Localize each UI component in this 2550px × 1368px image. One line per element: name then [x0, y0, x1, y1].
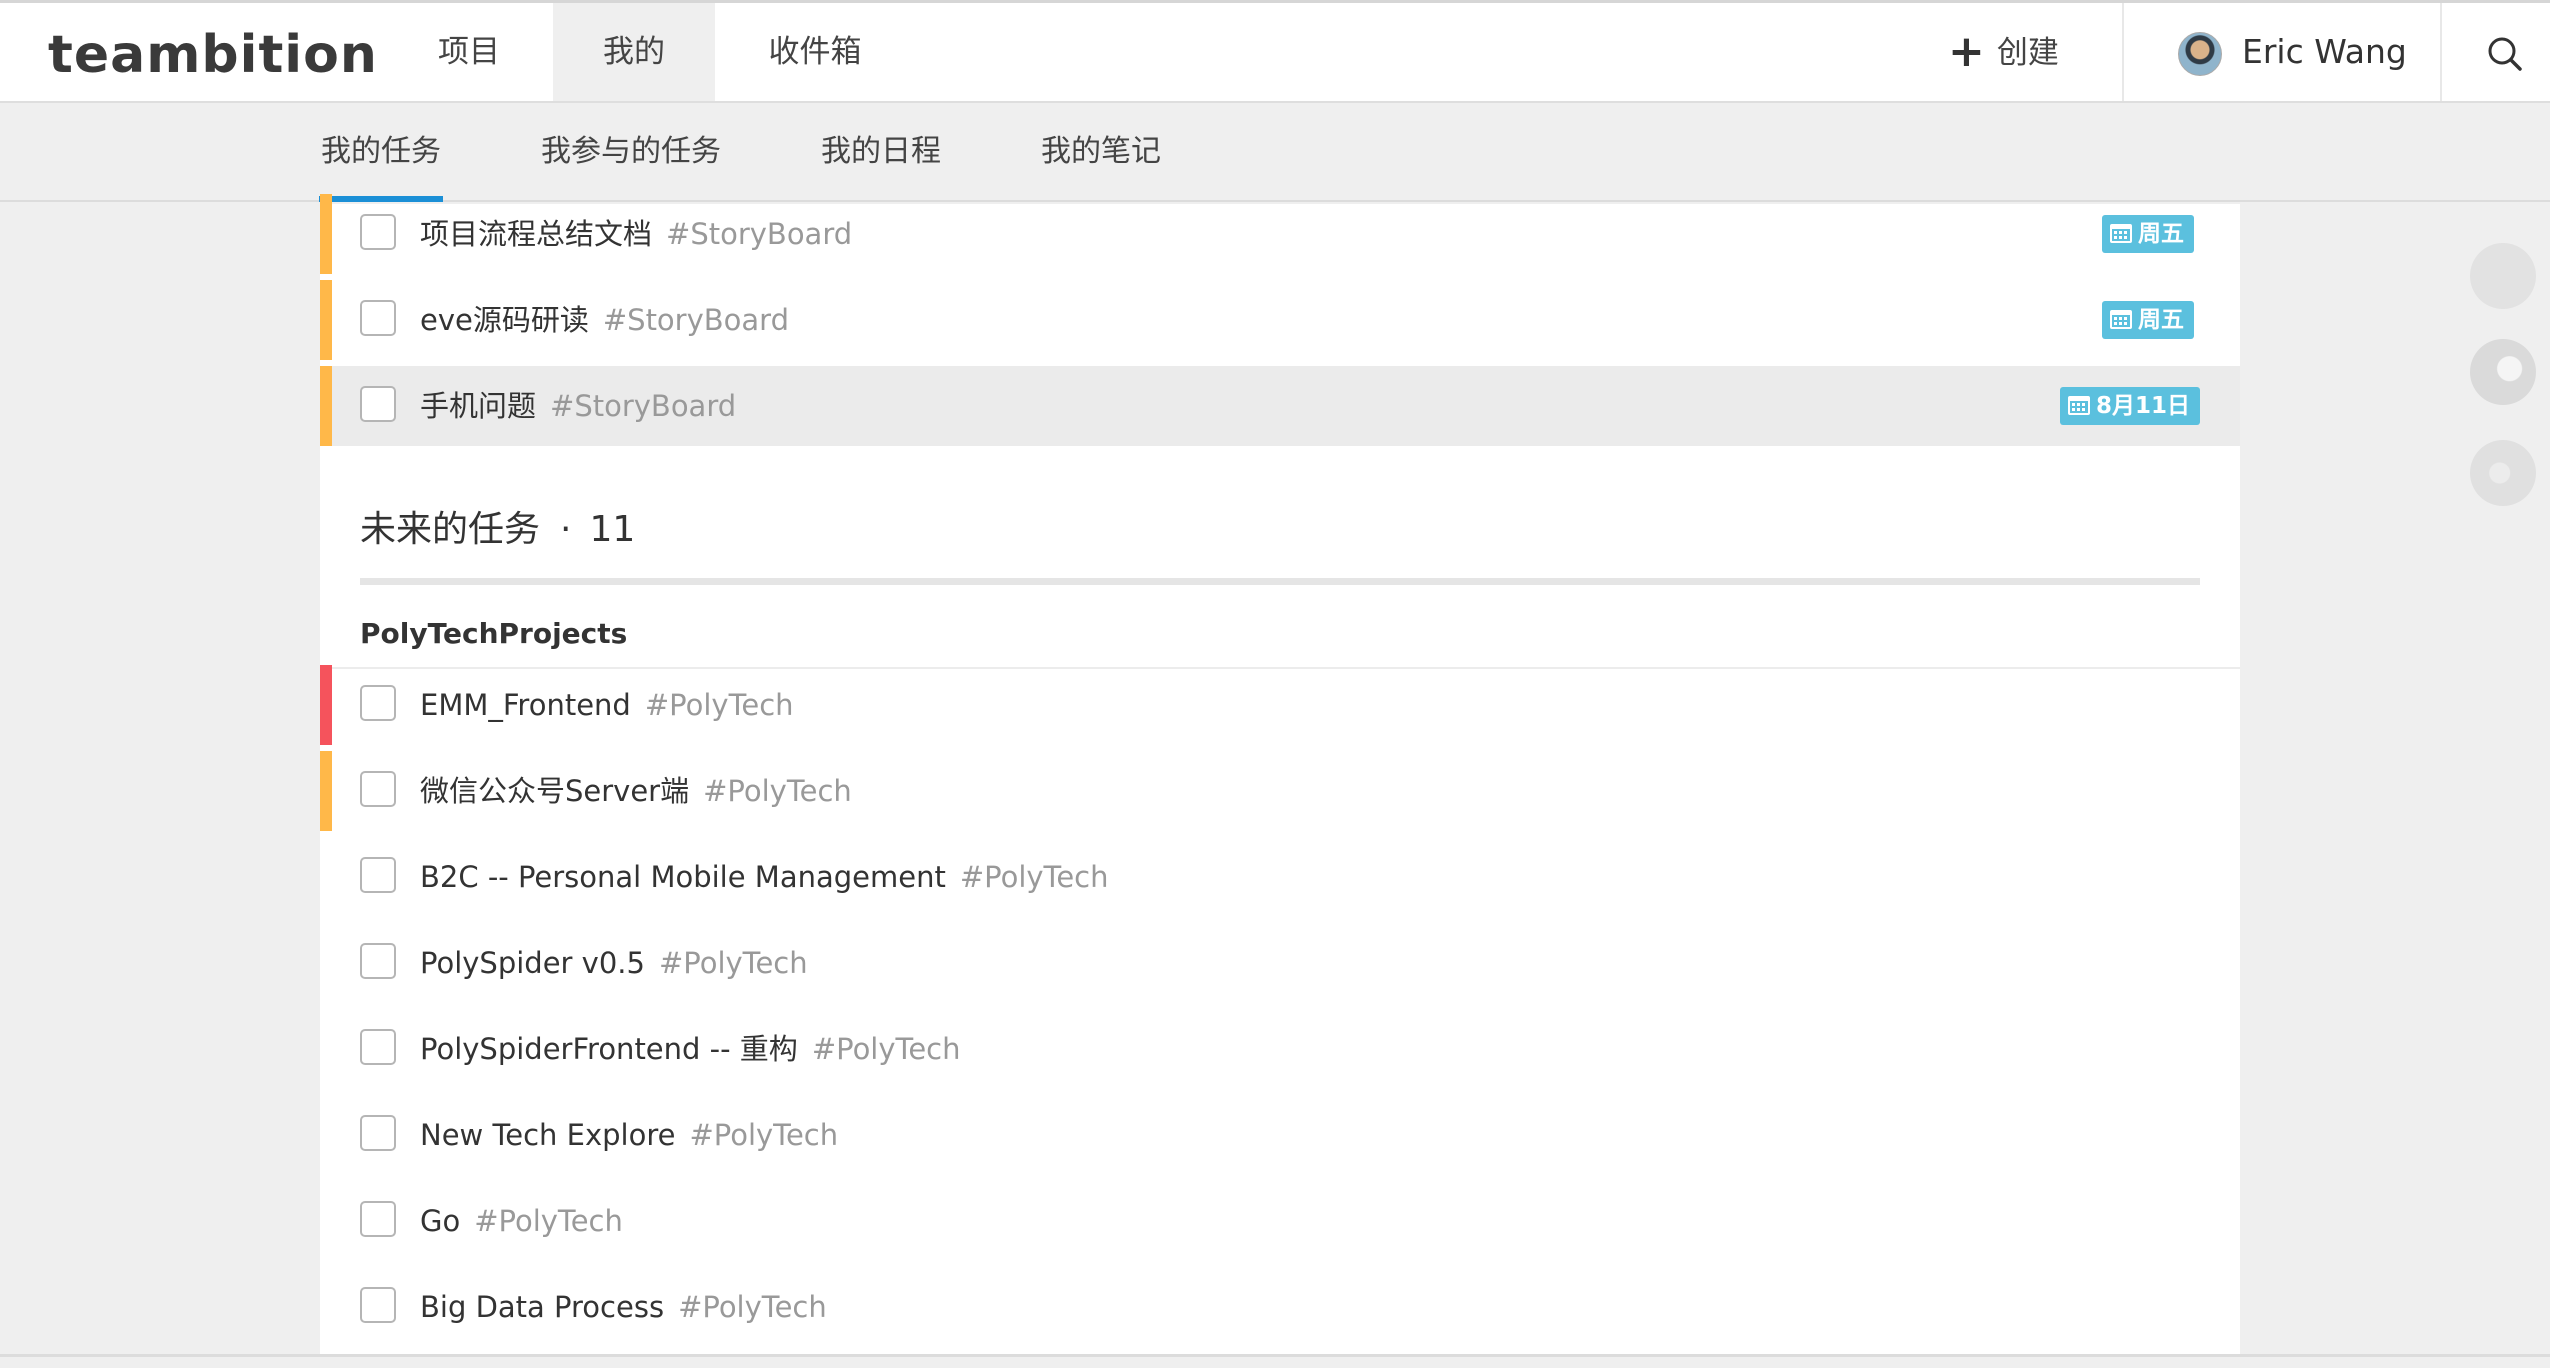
- task-checkbox[interactable]: [360, 685, 396, 721]
- tab-my-notes[interactable]: 我的笔记: [1041, 103, 1161, 200]
- task-checkbox[interactable]: [360, 771, 396, 807]
- task-checkbox[interactable]: [360, 1201, 396, 1237]
- calendar-icon: [2110, 310, 2132, 329]
- priority-marker: [320, 194, 332, 274]
- task-checkbox[interactable]: [360, 1287, 396, 1323]
- task-project-tag: #StoryBoard: [602, 303, 789, 337]
- task-title: Big Data Process #PolyTech: [420, 1290, 827, 1324]
- user-avatar: [2178, 32, 2222, 76]
- task-title: 项目流程总结文档 #StoryBoard: [420, 217, 853, 251]
- tab-my-tasks[interactable]: 我的任务: [319, 103, 443, 202]
- task-row[interactable]: B2C -- Personal Mobile Management #PolyTe…: [320, 837, 2240, 917]
- top-navigation-bar: teambition 项目 我的 收件箱 + 创建 Eric Wang: [0, 0, 2550, 103]
- task-project-tag: #StoryBoard: [666, 217, 853, 251]
- teambition-logo[interactable]: teambition: [48, 25, 378, 85]
- task-title: New Tech Explore #PolyTech: [420, 1118, 839, 1152]
- sub-navigation: 我的任务 我参与的任务 我的日程 我的笔记: [0, 103, 2550, 202]
- task-title: eve源码研读 #StoryBoard: [420, 303, 789, 337]
- create-button[interactable]: + 创建: [1948, 3, 2059, 101]
- task-project-tag: #PolyTech: [678, 1290, 827, 1324]
- priority-marker: [320, 665, 332, 745]
- task-title: 微信公众号Server端 #PolyTech: [420, 774, 852, 808]
- search-button[interactable]: [2480, 29, 2530, 79]
- task-checkbox[interactable]: [360, 214, 396, 250]
- task-project-tag: #PolyTech: [703, 774, 852, 808]
- section-divider: [360, 578, 2200, 585]
- member-avatar[interactable]: [2470, 339, 2536, 405]
- task-row[interactable]: 手机问题 #StoryBoard 8月11日: [320, 366, 2240, 446]
- calendar-icon: [2068, 396, 2090, 415]
- task-checkbox[interactable]: [360, 386, 396, 422]
- task-row[interactable]: EMM_Frontend #PolyTech: [320, 665, 2240, 745]
- search-icon: [2488, 37, 2522, 71]
- member-avatar[interactable]: [2470, 243, 2536, 309]
- task-row[interactable]: Go #PolyTech: [320, 1181, 2240, 1261]
- task-row[interactable]: 项目流程总结文档 #StoryBoard 周五: [320, 194, 2240, 274]
- task-project-tag: #PolyTech: [959, 860, 1109, 894]
- task-project-tag: #StoryBoard: [550, 389, 737, 423]
- task-row[interactable]: eve源码研读 #StoryBoard 周五: [320, 280, 2240, 360]
- tab-my-calendar[interactable]: 我的日程: [821, 103, 941, 200]
- task-row[interactable]: 微信公众号Server端 #PolyTech: [320, 751, 2240, 831]
- nav-inbox[interactable]: 收件箱: [734, 3, 896, 101]
- due-date-badge: 周五: [2102, 301, 2194, 339]
- tab-involved-tasks[interactable]: 我参与的任务: [541, 103, 721, 200]
- nav-projects[interactable]: 项目: [398, 3, 540, 101]
- create-label: 创建: [1996, 35, 2059, 71]
- task-checkbox[interactable]: [360, 857, 396, 893]
- task-checkbox[interactable]: [360, 943, 396, 979]
- bottom-divider: [0, 1354, 2550, 1357]
- user-name: Eric Wang: [2242, 32, 2407, 71]
- priority-marker: [320, 366, 332, 446]
- due-date-badge: 8月11日: [2060, 387, 2201, 425]
- plus-icon: +: [1948, 26, 1985, 77]
- task-title: B2C -- Personal Mobile Management #PolyTe…: [420, 860, 1109, 894]
- task-row[interactable]: Big Data Process #PolyTech: [320, 1267, 2240, 1347]
- task-title: 手机问题 #StoryBoard: [420, 389, 737, 423]
- priority-marker: [320, 280, 332, 360]
- task-row[interactable]: New Tech Explore #PolyTech: [320, 1095, 2240, 1175]
- future-tasks-heading: 未来的任务 · 11: [360, 509, 636, 550]
- nav-mine[interactable]: 我的: [553, 3, 715, 101]
- task-project-tag: #PolyTech: [658, 946, 808, 980]
- task-title: Go #PolyTech: [420, 1204, 623, 1238]
- task-project-tag: #PolyTech: [474, 1204, 623, 1238]
- task-checkbox[interactable]: [360, 1115, 396, 1151]
- task-checkbox[interactable]: [360, 1029, 396, 1065]
- calendar-icon: [2110, 224, 2132, 243]
- task-project-tag: #PolyTech: [644, 688, 794, 722]
- priority-marker: [320, 751, 332, 831]
- task-title: PolySpider v0.5 #PolyTech: [420, 946, 808, 980]
- task-row[interactable]: PolySpider v0.5 #PolyTech: [320, 923, 2240, 1003]
- task-project-tag: #PolyTech: [811, 1032, 961, 1066]
- task-title: EMM_Frontend #PolyTech: [420, 688, 794, 722]
- task-row[interactable]: PolySpiderFrontend -- 重构 #PolyTech: [320, 1009, 2240, 1089]
- future-tasks-count: 11: [589, 509, 636, 550]
- task-checkbox[interactable]: [360, 300, 396, 336]
- task-project-tag: #PolyTech: [689, 1118, 839, 1152]
- divider: [2122, 3, 2124, 101]
- due-date-badge: 周五: [2102, 215, 2194, 253]
- member-avatar[interactable]: [2470, 440, 2536, 506]
- divider: [2440, 3, 2442, 101]
- project-group-title[interactable]: PolyTechProjects: [360, 617, 627, 650]
- task-title: PolySpiderFrontend -- 重构 #PolyTech: [420, 1032, 961, 1066]
